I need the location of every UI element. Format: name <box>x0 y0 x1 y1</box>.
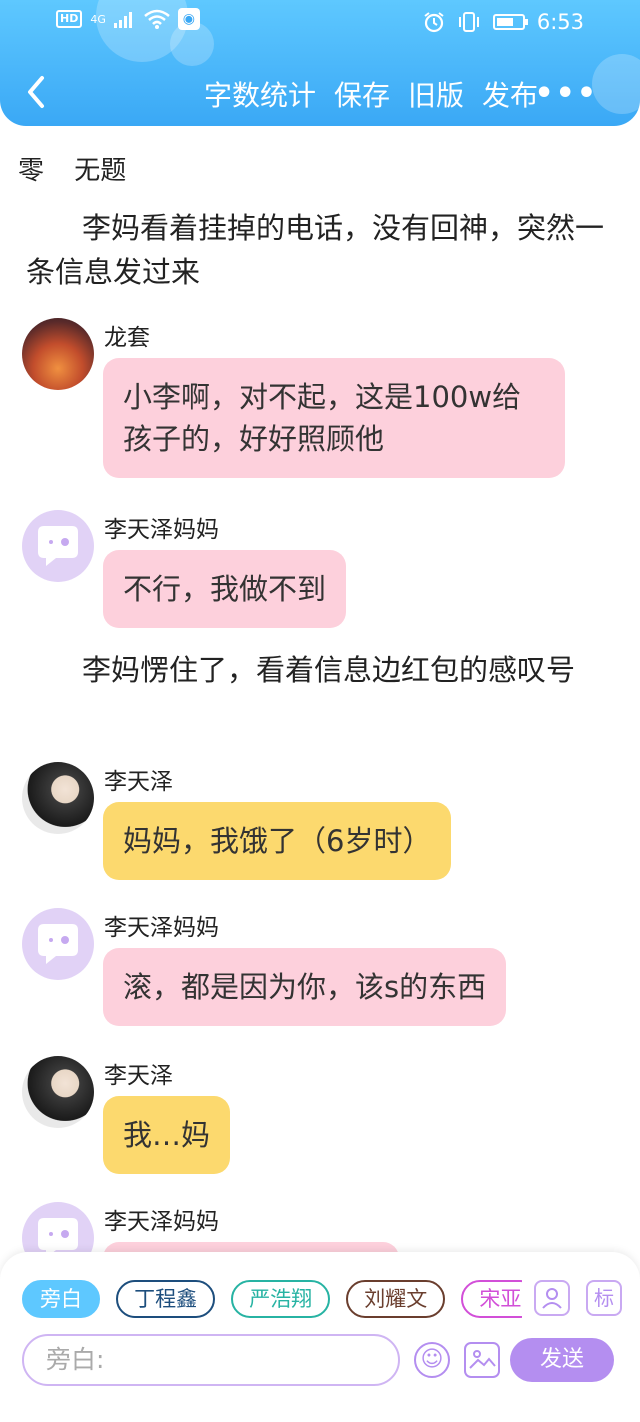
message-bubble: 妈妈，我饿了（6岁时） <box>103 802 452 880</box>
speaker-name: 李天泽妈妈 <box>104 1209 219 1235</box>
more-dots-icon[interactable]: ••• <box>534 76 598 111</box>
tag-button[interactable]: 标 <box>586 1280 622 1316</box>
network-badge: HD <box>56 10 83 28</box>
old-version-button[interactable]: 旧版 <box>408 74 464 114</box>
person-glyph <box>542 1288 562 1309</box>
word-count-button[interactable]: 字数统计 <box>204 74 316 114</box>
speaker-name: 李天泽 <box>104 769 173 795</box>
send-button[interactable]: 发送 <box>510 1338 614 1382</box>
role-chip-narrator[interactable]: 旁白 <box>22 1280 100 1318</box>
narration-block[interactable]: 李妈愣住了，看着信息边红包的感叹号 <box>26 648 620 692</box>
message-bubble: 小李啊，对不起，这是100w给孩子的，好好照顾他 <box>103 358 565 478</box>
avatar <box>22 1202 94 1252</box>
role-selector: 旁白 丁程鑫 严浩翔 刘耀文 宋亚 <box>22 1280 522 1320</box>
narration-block[interactable]: 李妈看着挂掉的电话，没有回神，突然一条信息发过来 <box>26 206 620 294</box>
avatar <box>22 762 94 834</box>
app-header: HD 4G ◉ 6:53 字数统计 保存 旧版 发布 ••• <box>0 0 640 126</box>
image-icon[interactable] <box>464 1342 500 1378</box>
signal-icon <box>113 12 132 28</box>
avatar <box>22 510 94 582</box>
message-bubble: 滚，都是因为你，该s的东西 <box>103 948 507 1026</box>
avatar <box>22 908 94 980</box>
default-chat-avatar-icon <box>38 1218 78 1252</box>
speaker-name: 龙套 <box>104 325 150 351</box>
vibrate-icon <box>458 12 479 32</box>
chevron-left-icon[interactable] <box>22 74 52 110</box>
role-chip[interactable]: 刘耀文 <box>346 1280 446 1318</box>
role-chip[interactable]: 丁程鑫 <box>116 1280 216 1318</box>
signal-type-label: 4G <box>90 12 106 26</box>
avatar <box>22 1056 94 1128</box>
chat-message[interactable]: 李天泽妈妈 滚，都是因为你，该s的东西 <box>22 908 622 1028</box>
message-input[interactable]: 旁白: <box>22 1334 400 1386</box>
chat-message[interactable]: 李天泽 妈妈，我饿了（6岁时） <box>22 762 622 882</box>
chat-message[interactable]: 李天泽 我…妈 <box>22 1056 622 1176</box>
battery-icon <box>492 14 528 30</box>
image-glyph <box>469 1350 496 1369</box>
chat-message[interactable]: 李天泽妈妈 <box>22 1202 622 1252</box>
save-button[interactable]: 保存 <box>334 74 390 114</box>
navbar: 字数统计 保存 旧版 发布 ••• <box>0 62 640 126</box>
status-bar: HD 4G ◉ 6:53 <box>0 0 640 44</box>
clock-time: 6:53 <box>536 10 584 34</box>
message-bubble <box>103 1242 399 1252</box>
navbar-actions: 字数统计 保存 旧版 发布 <box>204 74 538 114</box>
speaker-name: 李天泽妈妈 <box>104 915 219 941</box>
person-icon[interactable] <box>534 1280 570 1316</box>
avatar <box>22 318 94 390</box>
wifi-icon <box>144 9 170 29</box>
chapter-label: 零 <box>18 156 45 186</box>
default-chat-avatar-icon <box>38 526 78 566</box>
notification-bulb-icon: ◉ <box>177 8 200 30</box>
message-bubble: 我…妈 <box>103 1096 231 1174</box>
role-chip[interactable]: 严浩翔 <box>231 1280 331 1318</box>
message-bubble: 不行，我做不到 <box>103 550 347 628</box>
chat-message[interactable]: 龙套 小李啊，对不起，这是100w给孩子的，好好照顾他 <box>22 318 622 478</box>
story-editor[interactable]: 零 无题 李妈看着挂掉的电话，没有回神，突然一条信息发过来 龙套 小李啊，对不起… <box>0 126 640 1252</box>
speaker-name: 李天泽 <box>104 1063 173 1089</box>
default-chat-avatar-icon <box>38 924 78 964</box>
alarm-icon <box>424 12 444 33</box>
composer-panel: 旁白 丁程鑫 严浩翔 刘耀文 宋亚 标 旁白: ☺ 发送 <box>0 1252 640 1422</box>
story-title: 无题 <box>74 156 127 186</box>
story-title-line: 零 无题 <box>18 150 126 187</box>
publish-button[interactable]: 发布 <box>482 74 538 114</box>
chat-message[interactable]: 李天泽妈妈 不行，我做不到 <box>22 510 622 630</box>
speaker-name: 李天泽妈妈 <box>104 517 219 543</box>
role-chip[interactable]: 宋亚 <box>461 1280 522 1318</box>
emoji-icon[interactable]: ☺ <box>414 1342 450 1378</box>
